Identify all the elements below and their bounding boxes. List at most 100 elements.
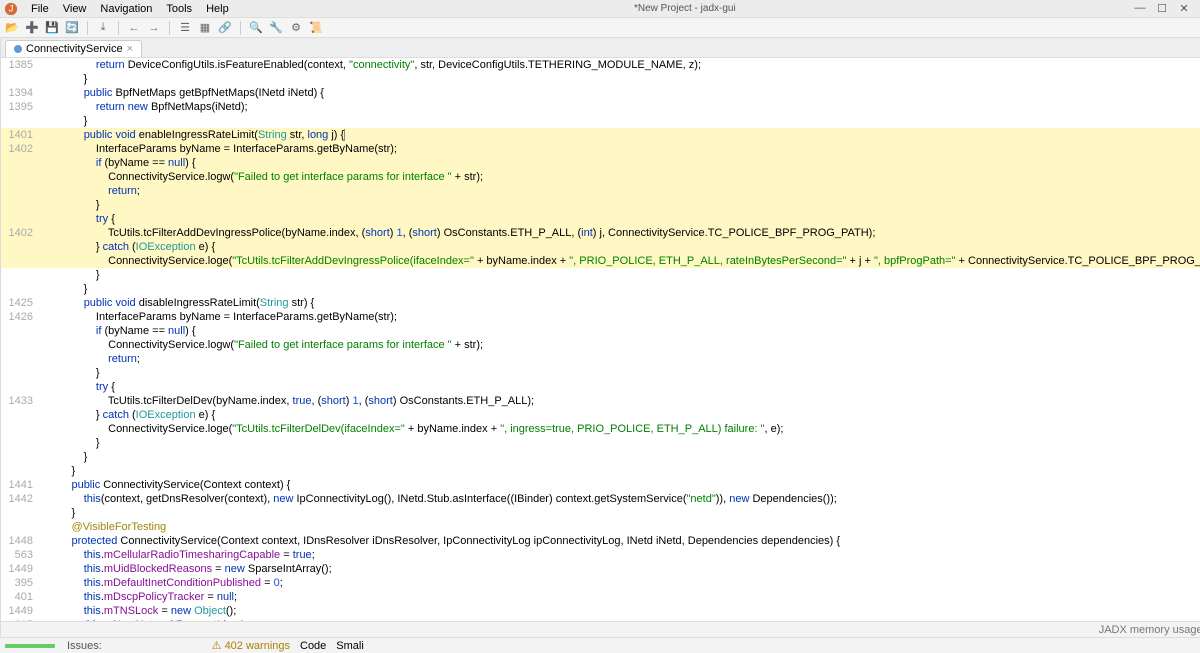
code-text: try { xyxy=(41,380,115,394)
forward-icon[interactable]: → xyxy=(146,20,162,36)
back-icon[interactable]: ← xyxy=(126,20,142,36)
code-line[interactable]: 1402 InterfaceParams byName = InterfaceP… xyxy=(1,142,1200,156)
code-text: } xyxy=(41,268,100,282)
tab-connectivityservice[interactable]: ConnectivityService × xyxy=(5,40,142,57)
code-line[interactable]: @VisibleForTesting xyxy=(1,520,1200,534)
line-number xyxy=(1,408,41,422)
code-line[interactable]: 563 this.mCellularRadioTimesharingCapabl… xyxy=(1,548,1200,562)
code-line[interactable]: } xyxy=(1,198,1200,212)
code-line[interactable]: 395 this.mDefaultInetConditionPublished … xyxy=(1,576,1200,590)
line-number xyxy=(1,450,41,464)
grid-icon[interactable]: ▦ xyxy=(197,20,213,36)
maximize-button[interactable]: ☐ xyxy=(1156,2,1168,15)
code-line[interactable]: 1402 TcUtils.tcFilterAddDevIngressPolice… xyxy=(1,226,1200,240)
sync-icon[interactable]: 🔄 xyxy=(64,20,80,36)
wrench-icon[interactable]: 🔧 xyxy=(268,20,284,36)
code-line[interactable]: 1449 this.mTNSLock = new Object(); xyxy=(1,604,1200,618)
code-line[interactable]: return; xyxy=(1,184,1200,198)
code-text: } xyxy=(41,72,87,86)
line-number xyxy=(1,268,41,282)
search-icon[interactable]: 🔍 xyxy=(248,20,264,36)
code-line[interactable]: 1401 public void enableIngressRateLimit(… xyxy=(1,128,1200,142)
code-text: public void enableIngressRateLimit(Strin… xyxy=(41,128,345,142)
menu-navigation[interactable]: Navigation xyxy=(93,2,159,16)
code-text: TcUtils.tcFilterDelDev(byName.index, tru… xyxy=(41,394,534,408)
menu-help[interactable]: Help xyxy=(199,2,236,16)
line-number: 1402 xyxy=(1,226,41,240)
code-line[interactable]: } xyxy=(1,506,1200,520)
code-line[interactable]: 1442 this(context, getDnsResolver(contex… xyxy=(1,492,1200,506)
issues-panel[interactable]: Issues: ⚠ 402 warnings xyxy=(0,637,295,653)
code-line[interactable]: try { xyxy=(1,212,1200,226)
link-icon[interactable]: 🔗 xyxy=(217,20,233,36)
folder-open-icon[interactable]: 📂 xyxy=(4,20,20,36)
code-text: public ConnectivityService(Context conte… xyxy=(41,478,290,492)
minimize-button[interactable]: — xyxy=(1134,2,1146,15)
code-line[interactable]: try { xyxy=(1,380,1200,394)
menu-tools[interactable]: Tools xyxy=(159,2,199,16)
code-line[interactable]: } xyxy=(1,366,1200,380)
code-line[interactable]: 1449 this.mUidBlockedReasons = new Spars… xyxy=(1,562,1200,576)
code-line[interactable]: } xyxy=(1,114,1200,128)
code-line[interactable]: 1385 return DeviceConfigUtils.isFeatureE… xyxy=(1,58,1200,72)
code-line[interactable]: 1426 InterfaceParams byName = InterfaceP… xyxy=(1,310,1200,324)
code-line[interactable]: } xyxy=(1,282,1200,296)
code-line[interactable]: } xyxy=(1,72,1200,86)
code-line[interactable]: } xyxy=(1,450,1200,464)
code-line[interactable]: ConnectivityService.logw("Failed to get … xyxy=(1,338,1200,352)
code-line[interactable]: ConnectivityService.loge("TcUtils.tcFilt… xyxy=(1,422,1200,436)
tab-smali[interactable]: Smali xyxy=(336,640,364,652)
menu-file[interactable]: File xyxy=(24,2,56,16)
tree-icon[interactable]: ☰ xyxy=(177,20,193,36)
close-tab-icon[interactable]: × xyxy=(127,43,133,55)
code-area[interactable]: 1385 return DeviceConfigUtils.isFeatureE… xyxy=(1,58,1200,621)
menu-bar: J FileViewNavigationToolsHelp *New Proje… xyxy=(0,0,1200,18)
code-text: this.mTNSLock = new Object(); xyxy=(41,604,236,618)
settings-icon[interactable]: ⚙ xyxy=(288,20,304,36)
code-text: return; xyxy=(41,184,140,198)
code-line[interactable]: if (byName == null) { xyxy=(1,156,1200,170)
line-number xyxy=(1,506,41,520)
line-number: 1441 xyxy=(1,478,41,492)
code-line[interactable]: 1394 public BpfNetMaps getBpfNetMaps(INe… xyxy=(1,86,1200,100)
bottom-tabs[interactable]: Code Smali xyxy=(295,637,1200,653)
code-line[interactable]: if (byName == null) { xyxy=(1,324,1200,338)
code-text: try { xyxy=(41,212,115,226)
code-line[interactable]: 1448 protected ConnectivityService(Conte… xyxy=(1,534,1200,548)
code-text: } xyxy=(41,282,87,296)
line-number: 563 xyxy=(1,548,41,562)
close-button[interactable]: ✕ xyxy=(1178,2,1190,15)
line-number xyxy=(1,212,41,226)
export-icon[interactable]: ⤓ xyxy=(95,20,111,36)
line-number: 1402 xyxy=(1,142,41,156)
add-icon[interactable]: ➕ xyxy=(24,20,40,36)
menu-view[interactable]: View xyxy=(56,2,94,16)
code-line[interactable]: 1441 public ConnectivityService(Context … xyxy=(1,478,1200,492)
code-line[interactable]: } xyxy=(1,464,1200,478)
code-line[interactable]: } catch (IOException e) { xyxy=(1,240,1200,254)
code-line[interactable]: 1433 TcUtils.tcFilterDelDev(byName.index… xyxy=(1,394,1200,408)
save-icon[interactable]: 💾 xyxy=(44,20,60,36)
code-line[interactable]: } catch (IOException e) { xyxy=(1,408,1200,422)
code-line[interactable]: ConnectivityService.logw("Failed to get … xyxy=(1,170,1200,184)
progress-bar xyxy=(5,644,55,648)
warnings-count[interactable]: ⚠ 402 warnings xyxy=(212,639,290,652)
editor-tabs[interactable]: ConnectivityService × xyxy=(1,38,1200,58)
code-text: TcUtils.tcFilterAddDevIngressPolice(byNa… xyxy=(41,226,875,240)
code-line[interactable]: ConnectivityService.loge("TcUtils.tcFilt… xyxy=(1,254,1200,268)
toolbar: 📂➕💾🔄 ⤓ ←→ ☰▦🔗 🔍🔧⚙📜 xyxy=(0,18,1200,38)
log-icon[interactable]: 📜 xyxy=(308,20,324,36)
tab-code[interactable]: Code xyxy=(300,640,326,652)
code-line[interactable]: 1395 return new BpfNetMaps(iNetd); xyxy=(1,100,1200,114)
line-number xyxy=(1,324,41,338)
line-number: 401 xyxy=(1,590,41,604)
line-number: 1425 xyxy=(1,296,41,310)
code-line[interactable]: } xyxy=(1,436,1200,450)
code-line[interactable]: 1425 public void disableIngressRateLimit… xyxy=(1,296,1200,310)
code-line[interactable]: } xyxy=(1,268,1200,282)
code-line[interactable]: 401 this.mDscpPolicyTracker = null; xyxy=(1,590,1200,604)
code-text: this(context, getDnsResolver(context), n… xyxy=(41,492,837,506)
code-text: } xyxy=(41,366,100,380)
line-number xyxy=(1,254,41,268)
code-line[interactable]: return; xyxy=(1,352,1200,366)
